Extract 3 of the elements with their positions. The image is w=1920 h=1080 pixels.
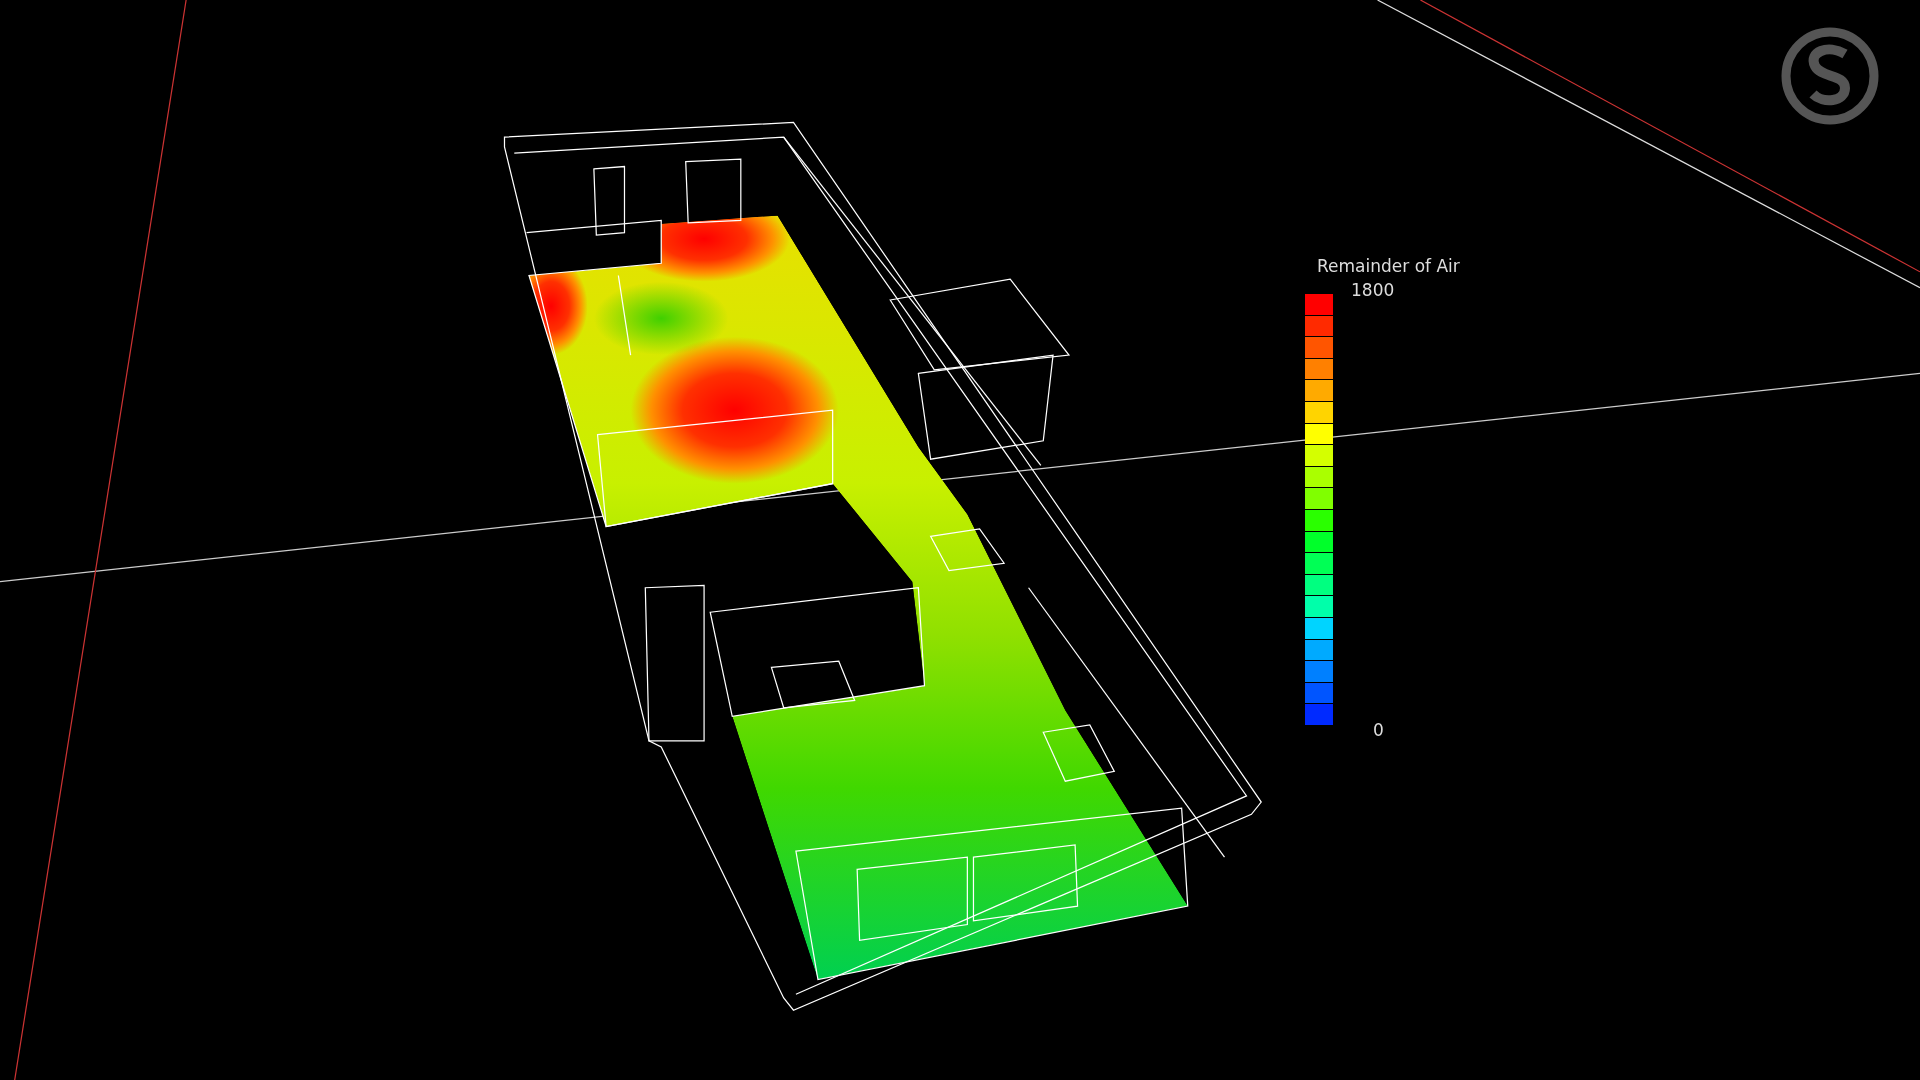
legend-min-label: 0 bbox=[1372, 720, 1385, 740]
legend-max-label: 1800 bbox=[1350, 280, 1396, 300]
legend-title: Remainder of Air bbox=[1317, 256, 1460, 276]
